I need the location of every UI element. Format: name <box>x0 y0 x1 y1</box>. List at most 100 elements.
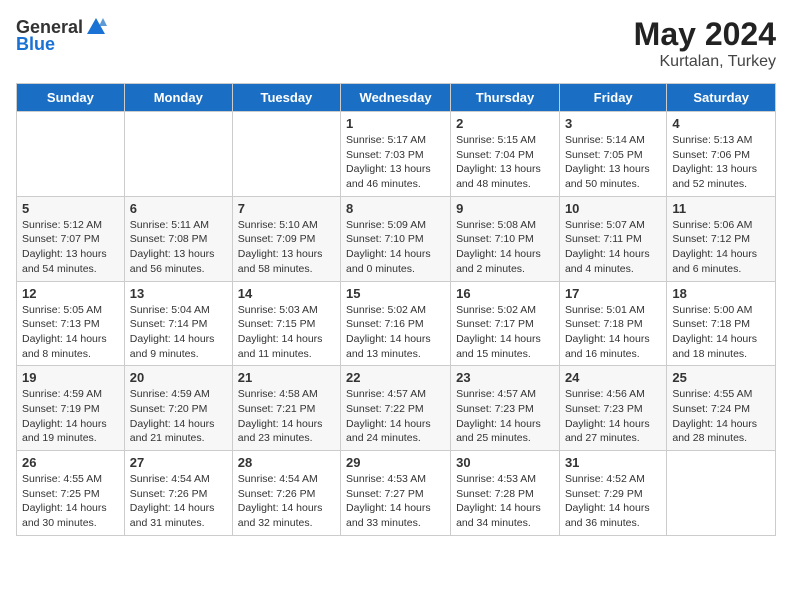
calendar-cell: 12 Sunrise: 5:05 AM Sunset: 7:13 PM Dayli… <box>17 281 125 366</box>
day-number: 8 <box>346 201 445 216</box>
week-row-3: 12 Sunrise: 5:05 AM Sunset: 7:13 PM Dayli… <box>17 281 776 366</box>
calendar-cell: 30Sunrise: 4:53 AM Sunset: 7:28 PM Dayli… <box>451 451 560 536</box>
day-number: 10 <box>565 201 661 216</box>
day-number: 21 <box>238 370 335 385</box>
calendar-cell: 15Sunrise: 5:02 AM Sunset: 7:16 PM Dayli… <box>341 281 451 366</box>
cell-info: Sunrise: 5:10 AM Sunset: 7:09 PM Dayligh… <box>238 218 335 277</box>
calendar-cell: 21 Sunrise: 4:58 AM Sunset: 7:21 PM Dayli… <box>232 366 340 451</box>
day-number: 15 <box>346 286 445 301</box>
calendar-cell: 19Sunrise: 4:59 AM Sunset: 7:19 PM Dayli… <box>17 366 125 451</box>
day-number: 1 <box>346 116 445 131</box>
calendar-cell: 11 Sunrise: 5:06 AM Sunset: 7:12 PM Dayli… <box>667 196 776 281</box>
calendar-cell: 24 Sunrise: 4:56 AM Sunset: 7:23 PM Dayli… <box>559 366 666 451</box>
calendar-cell: 10 Sunrise: 5:07 AM Sunset: 7:11 PM Dayli… <box>559 196 666 281</box>
calendar-cell: 26 Sunrise: 4:55 AM Sunset: 7:25 PM Dayli… <box>17 451 125 536</box>
week-row-2: 5 Sunrise: 5:12 AM Sunset: 7:07 PM Daylig… <box>17 196 776 281</box>
calendar-cell: 27 Sunrise: 4:54 AM Sunset: 7:26 PM Dayli… <box>124 451 232 536</box>
cell-info: Sunrise: 5:07 AM Sunset: 7:11 PM Dayligh… <box>565 218 661 277</box>
day-number: 17 <box>565 286 661 301</box>
header-day-friday: Friday <box>559 84 666 112</box>
cell-info: Sunrise: 5:06 AM Sunset: 7:12 PM Dayligh… <box>672 218 770 277</box>
title-block: May 2024 Kurtalan, Turkey <box>634 16 776 71</box>
day-number: 26 <box>22 455 119 470</box>
cell-info: Sunrise: 5:14 AM Sunset: 7:05 PM Dayligh… <box>565 133 661 192</box>
cell-info: Sunrise: 4:56 AM Sunset: 7:23 PM Dayligh… <box>565 387 661 446</box>
calendar-cell: 29Sunrise: 4:53 AM Sunset: 7:27 PM Dayli… <box>341 451 451 536</box>
cell-info: Sunrise: 4:55 AM Sunset: 7:24 PM Dayligh… <box>672 387 770 446</box>
day-number: 5 <box>22 201 119 216</box>
calendar-cell <box>232 112 340 197</box>
day-number: 25 <box>672 370 770 385</box>
location-subtitle: Kurtalan, Turkey <box>634 53 776 71</box>
cell-info: Sunrise: 4:53 AM Sunset: 7:27 PM Dayligh… <box>346 472 445 531</box>
day-number: 22 <box>346 370 445 385</box>
cell-info: Sunrise: 4:58 AM Sunset: 7:21 PM Dayligh… <box>238 387 335 446</box>
cell-info: Sunrise: 5:05 AM Sunset: 7:13 PM Dayligh… <box>22 303 119 362</box>
calendar-cell: 25 Sunrise: 4:55 AM Sunset: 7:24 PM Dayli… <box>667 366 776 451</box>
day-number: 20 <box>130 370 227 385</box>
day-number: 31 <box>565 455 661 470</box>
logo-icon <box>85 16 107 38</box>
calendar-cell: 5 Sunrise: 5:12 AM Sunset: 7:07 PM Daylig… <box>17 196 125 281</box>
day-number: 30 <box>456 455 554 470</box>
cell-info: Sunrise: 5:04 AM Sunset: 7:14 PM Dayligh… <box>130 303 227 362</box>
calendar-cell <box>17 112 125 197</box>
day-number: 2 <box>456 116 554 131</box>
calendar-cell: 6 Sunrise: 5:11 AM Sunset: 7:08 PM Daylig… <box>124 196 232 281</box>
cell-info: Sunrise: 4:57 AM Sunset: 7:23 PM Dayligh… <box>456 387 554 446</box>
cell-info: Sunrise: 5:02 AM Sunset: 7:17 PM Dayligh… <box>456 303 554 362</box>
day-number: 16 <box>456 286 554 301</box>
calendar-table: SundayMondayTuesdayWednesdayThursdayFrid… <box>16 83 776 536</box>
cell-info: Sunrise: 4:52 AM Sunset: 7:29 PM Dayligh… <box>565 472 661 531</box>
calendar-cell: 22 Sunrise: 4:57 AM Sunset: 7:22 PM Dayli… <box>341 366 451 451</box>
cell-info: Sunrise: 5:11 AM Sunset: 7:08 PM Dayligh… <box>130 218 227 277</box>
day-number: 7 <box>238 201 335 216</box>
cell-info: Sunrise: 5:17 AM Sunset: 7:03 PM Dayligh… <box>346 133 445 192</box>
cell-info: Sunrise: 5:00 AM Sunset: 7:18 PM Dayligh… <box>672 303 770 362</box>
cell-info: Sunrise: 4:55 AM Sunset: 7:25 PM Dayligh… <box>22 472 119 531</box>
calendar-cell: 8 Sunrise: 5:09 AM Sunset: 7:10 PM Daylig… <box>341 196 451 281</box>
cell-info: Sunrise: 5:01 AM Sunset: 7:18 PM Dayligh… <box>565 303 661 362</box>
calendar-header-row: SundayMondayTuesdayWednesdayThursdayFrid… <box>17 84 776 112</box>
calendar-cell: 13 Sunrise: 5:04 AM Sunset: 7:14 PM Dayli… <box>124 281 232 366</box>
day-number: 12 <box>22 286 119 301</box>
calendar-cell: 28Sunrise: 4:54 AM Sunset: 7:26 PM Dayli… <box>232 451 340 536</box>
day-number: 11 <box>672 201 770 216</box>
calendar-body: 1 Sunrise: 5:17 AM Sunset: 7:03 PM Daylig… <box>17 112 776 536</box>
day-number: 9 <box>456 201 554 216</box>
calendar-cell: 9Sunrise: 5:08 AM Sunset: 7:10 PM Daylig… <box>451 196 560 281</box>
calendar-cell: 17 Sunrise: 5:01 AM Sunset: 7:18 PM Dayli… <box>559 281 666 366</box>
cell-info: Sunrise: 5:09 AM Sunset: 7:10 PM Dayligh… <box>346 218 445 277</box>
cell-info: Sunrise: 5:15 AM Sunset: 7:04 PM Dayligh… <box>456 133 554 192</box>
calendar-cell: 2 Sunrise: 5:15 AM Sunset: 7:04 PM Daylig… <box>451 112 560 197</box>
logo-blue-text: Blue <box>16 34 55 55</box>
calendar-cell <box>667 451 776 536</box>
day-number: 27 <box>130 455 227 470</box>
week-row-1: 1 Sunrise: 5:17 AM Sunset: 7:03 PM Daylig… <box>17 112 776 197</box>
day-number: 13 <box>130 286 227 301</box>
cell-info: Sunrise: 4:57 AM Sunset: 7:22 PM Dayligh… <box>346 387 445 446</box>
header-day-sunday: Sunday <box>17 84 125 112</box>
cell-info: Sunrise: 4:59 AM Sunset: 7:20 PM Dayligh… <box>130 387 227 446</box>
calendar-cell: 4 Sunrise: 5:13 AM Sunset: 7:06 PM Daylig… <box>667 112 776 197</box>
week-row-5: 26 Sunrise: 4:55 AM Sunset: 7:25 PM Dayli… <box>17 451 776 536</box>
header-day-wednesday: Wednesday <box>341 84 451 112</box>
calendar-cell: 14Sunrise: 5:03 AM Sunset: 7:15 PM Dayli… <box>232 281 340 366</box>
cell-info: Sunrise: 5:03 AM Sunset: 7:15 PM Dayligh… <box>238 303 335 362</box>
header-day-tuesday: Tuesday <box>232 84 340 112</box>
logo: General Blue <box>16 16 109 55</box>
page-header: General Blue May 2024 Kurtalan, Turkey <box>16 16 776 71</box>
cell-info: Sunrise: 4:54 AM Sunset: 7:26 PM Dayligh… <box>238 472 335 531</box>
day-number: 24 <box>565 370 661 385</box>
cell-info: Sunrise: 5:12 AM Sunset: 7:07 PM Dayligh… <box>22 218 119 277</box>
cell-info: Sunrise: 5:13 AM Sunset: 7:06 PM Dayligh… <box>672 133 770 192</box>
calendar-cell: 20 Sunrise: 4:59 AM Sunset: 7:20 PM Dayli… <box>124 366 232 451</box>
day-number: 6 <box>130 201 227 216</box>
month-year-title: May 2024 <box>634 16 776 53</box>
day-number: 4 <box>672 116 770 131</box>
calendar-cell <box>124 112 232 197</box>
cell-info: Sunrise: 4:54 AM Sunset: 7:26 PM Dayligh… <box>130 472 227 531</box>
calendar-cell: 1 Sunrise: 5:17 AM Sunset: 7:03 PM Daylig… <box>341 112 451 197</box>
header-day-monday: Monday <box>124 84 232 112</box>
header-day-saturday: Saturday <box>667 84 776 112</box>
